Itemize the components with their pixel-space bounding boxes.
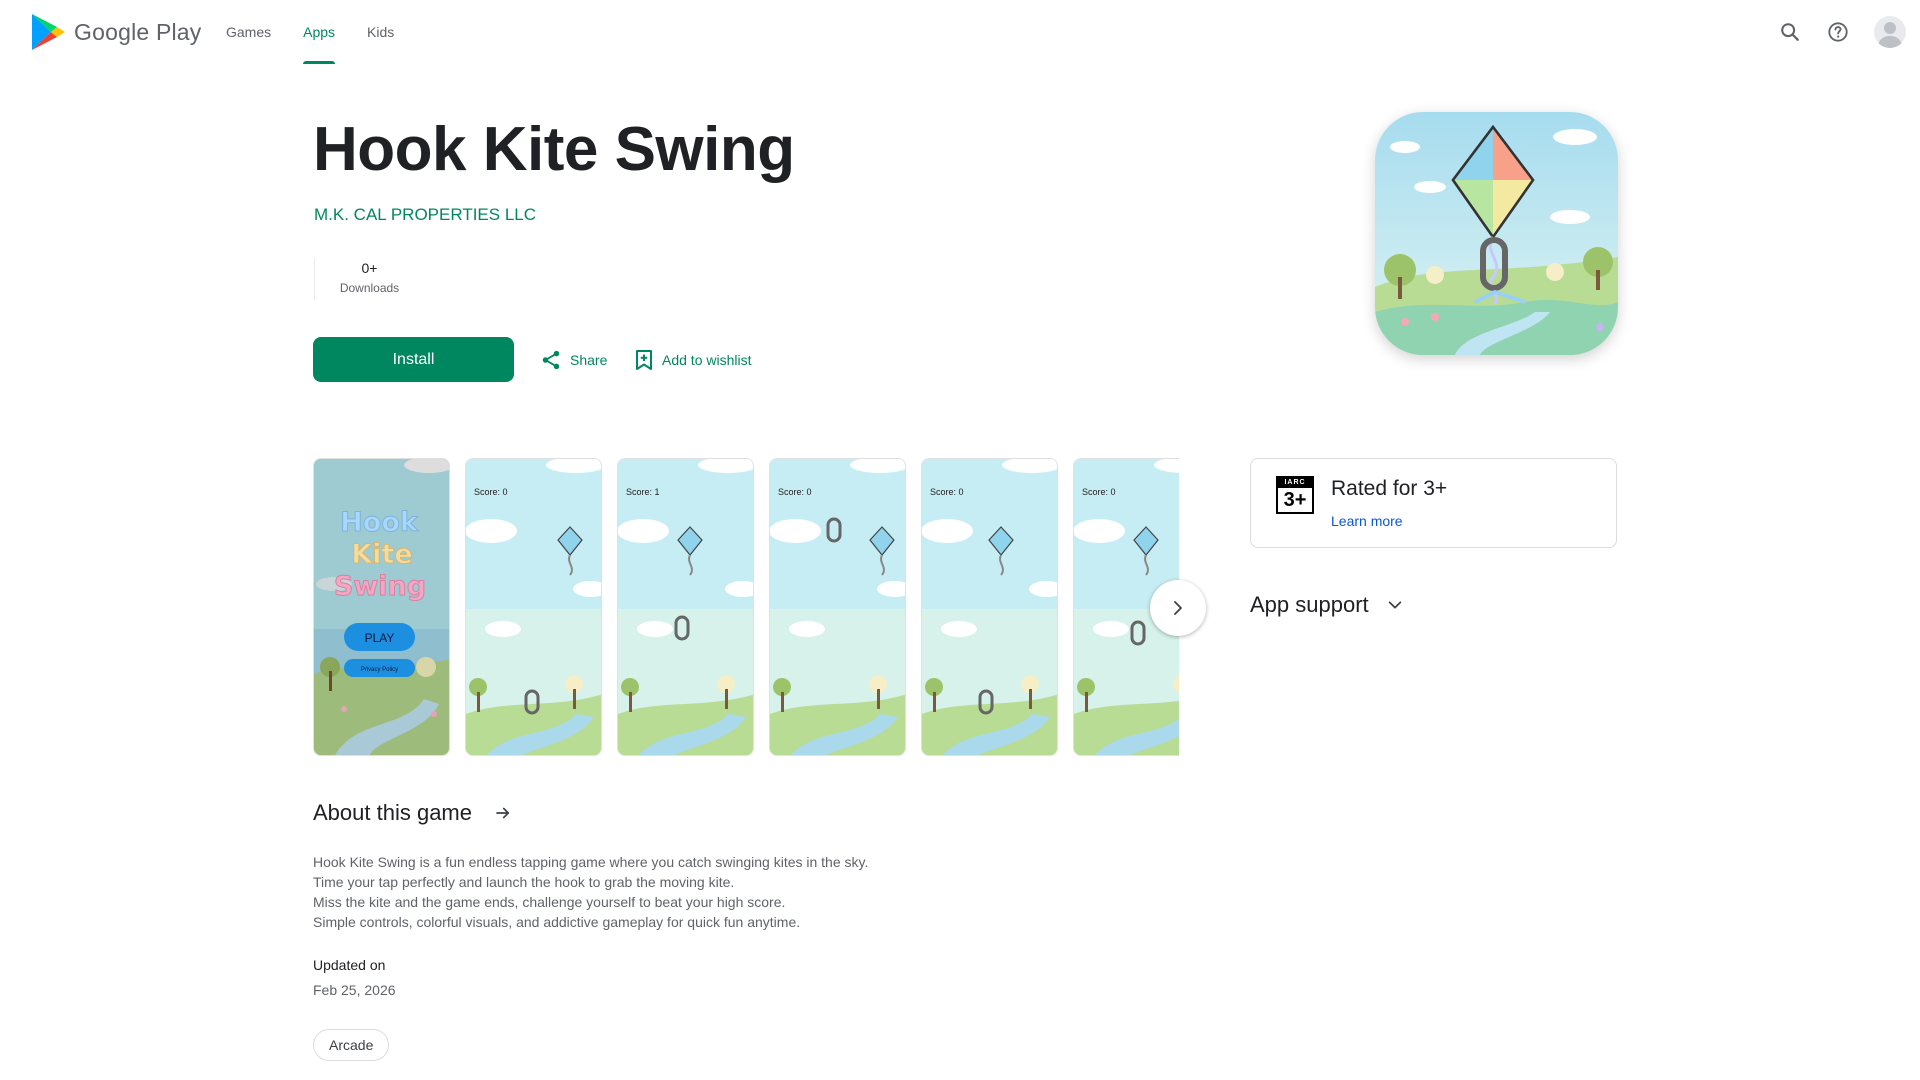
app-description: Hook Kite Swing is a fun endless tapping… xyxy=(313,852,868,932)
help-icon[interactable] xyxy=(1818,12,1858,52)
screenshot-gameplay-1[interactable]: Score: 0 xyxy=(465,458,602,756)
downloads-value: 0+ xyxy=(361,260,378,276)
play-logo-icon xyxy=(32,14,65,50)
tab-label: Games xyxy=(226,24,272,40)
description-line: Simple controls, colorful visuals, and a… xyxy=(313,914,801,930)
downloads-stat: 0+ Downloads xyxy=(314,258,424,300)
account-avatar[interactable] xyxy=(1874,16,1906,48)
score-text: Score: 0 xyxy=(930,487,964,497)
tab-label: Apps xyxy=(303,24,336,40)
gameplay-art: Score: 0 xyxy=(466,459,601,755)
iarc-label: IARC xyxy=(1278,478,1312,488)
title-line-1: Hook xyxy=(340,507,419,538)
score-text: Score: 0 xyxy=(778,487,812,497)
tab-games[interactable]: Games xyxy=(226,0,271,64)
score-text: Score: 0 xyxy=(474,487,508,497)
description-line: Miss the kite and the game ends, challen… xyxy=(313,894,786,910)
person-icon xyxy=(1878,22,1902,48)
header-actions xyxy=(1762,0,1920,64)
learn-more-link[interactable]: Learn more xyxy=(1331,513,1403,529)
install-button[interactable]: Install xyxy=(313,337,514,382)
app-support-toggle[interactable]: App support xyxy=(1250,592,1403,618)
app-icon xyxy=(1375,112,1618,355)
tab-apps[interactable]: Apps xyxy=(303,0,336,64)
score-text: Score: 1 xyxy=(626,487,660,497)
google-play-logo[interactable]: Google Play xyxy=(30,12,202,52)
privacy-policy-label: Privacy Policy xyxy=(361,667,398,673)
screenshot-gameplay-4[interactable]: Score: 0 xyxy=(921,458,1058,756)
developer-link[interactable]: M.K. CAL PROPERTIES LLC xyxy=(314,205,536,225)
screenshot-title-screen[interactable]: Hook Kite Swing PLAY Privacy Policy xyxy=(313,458,450,756)
about-title: About this game xyxy=(313,800,472,825)
title-line-2: Kite xyxy=(351,539,412,570)
arrow-right-icon xyxy=(496,807,510,819)
share-icon xyxy=(542,350,560,369)
gameplay-art: Score: 0 xyxy=(922,459,1057,755)
active-tab-indicator xyxy=(303,61,336,64)
kite-app-icon xyxy=(1375,112,1618,355)
title-screen-art: Hook Kite Swing PLAY Privacy Policy xyxy=(314,459,449,755)
chevron-right-icon xyxy=(1174,601,1182,615)
title-line-3: Swing xyxy=(334,571,426,602)
about-this-game-header[interactable]: About this game xyxy=(313,800,512,826)
screenshot-gameplay-3[interactable]: Score: 0 xyxy=(769,458,906,756)
bookmark-add-icon xyxy=(636,349,652,370)
top-app-bar: Google Play Games Apps Kids xyxy=(0,0,1920,64)
search-icon[interactable] xyxy=(1770,12,1810,52)
share-label: Share xyxy=(570,351,608,368)
share-button[interactable]: Share xyxy=(540,337,607,382)
app-title: Hook Kite Swing xyxy=(313,115,795,184)
gameplay-art: Score: 1 xyxy=(618,459,753,755)
iarc-rating-badge: IARC 3+ xyxy=(1276,476,1314,514)
gameplay-art: Score: 0 xyxy=(770,459,905,755)
tab-kids[interactable]: Kids xyxy=(367,0,394,64)
play-button-label: PLAY xyxy=(365,631,395,645)
logo-text: Google Play xyxy=(74,18,202,45)
app-support-label: App support xyxy=(1250,592,1369,617)
chevron-down-icon xyxy=(1388,601,1401,609)
updated-on-date: Feb 25, 2026 xyxy=(313,982,396,998)
category-chip-arcade[interactable]: Arcade xyxy=(313,1029,390,1061)
iarc-age: 3+ xyxy=(1283,489,1307,511)
add-to-wishlist-button[interactable]: Add to wishlist xyxy=(634,337,751,382)
screenshots-carousel[interactable]: Hook Kite Swing PLAY Privacy Policy Scor… xyxy=(313,458,1179,758)
content-rating-card: IARC 3+ Rated for 3+ Learn more xyxy=(1250,458,1617,548)
wishlist-label: Add to wishlist xyxy=(662,351,752,368)
score-text: Score: 0 xyxy=(1082,487,1116,497)
description-line: Time your tap perfectly and launch the h… xyxy=(313,874,735,890)
rated-for-text: Rated for 3+ xyxy=(1331,477,1448,500)
nav-tabs: Games Apps Kids xyxy=(226,0,426,64)
description-line: Hook Kite Swing is a fun endless tapping… xyxy=(313,854,869,870)
downloads-label: Downloads xyxy=(339,281,400,295)
updated-on-label: Updated on xyxy=(313,957,386,973)
screenshot-gameplay-2[interactable]: Score: 1 xyxy=(617,458,754,756)
tab-label: Kids xyxy=(367,24,395,40)
carousel-next-button[interactable] xyxy=(1150,580,1206,636)
